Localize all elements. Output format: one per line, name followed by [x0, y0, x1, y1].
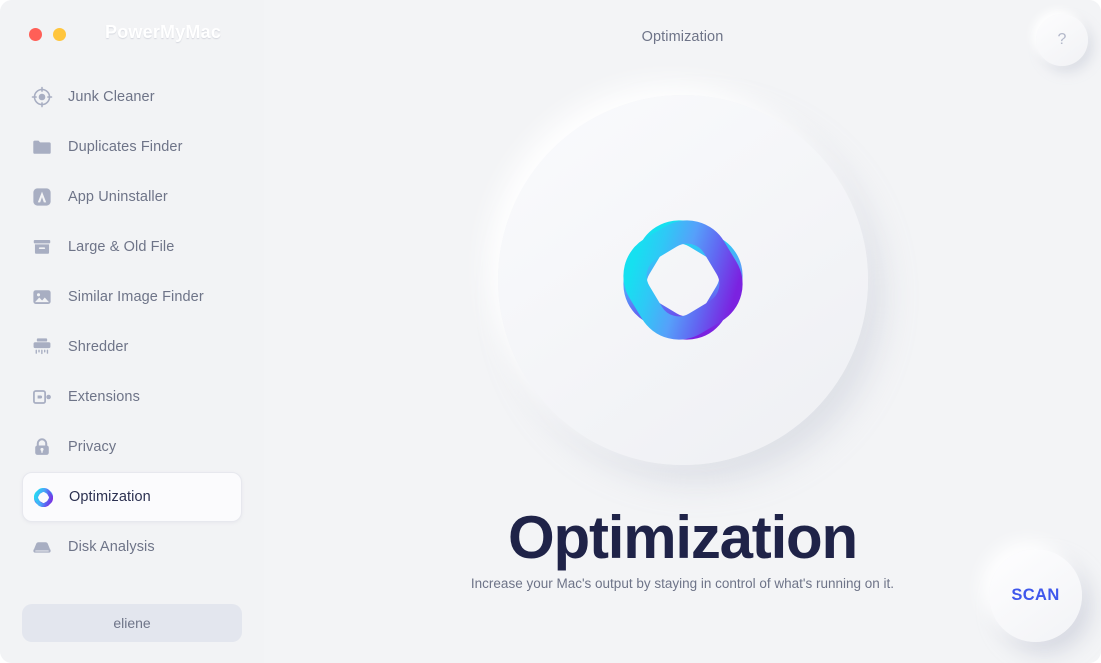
close-window-button[interactable] — [29, 28, 42, 41]
sidebar-item-duplicates-finder[interactable]: Duplicates Finder — [22, 122, 242, 172]
sidebar-item-label: Privacy — [68, 439, 117, 455]
sidebar-item-junk-cleaner[interactable]: Junk Cleaner — [22, 72, 242, 122]
folder-icon — [30, 135, 54, 159]
sidebar-item-label: Disk Analysis — [68, 539, 155, 555]
sidebar: PowerMyMac Junk Cleaner Duplicates Finde… — [0, 0, 264, 663]
sidebar-item-app-uninstaller[interactable]: App Uninstaller — [22, 172, 242, 222]
sidebar-nav: Junk Cleaner Duplicates Finder App Unins… — [0, 72, 264, 572]
sidebar-item-label: Extensions — [68, 389, 140, 405]
sidebar-item-label: App Uninstaller — [68, 189, 168, 205]
hard-drive-icon — [30, 535, 54, 559]
archive-box-icon — [30, 235, 54, 259]
question-mark-icon: ? — [1057, 31, 1067, 48]
main-content: Optimization ? Optimization Increase you… — [264, 0, 1101, 663]
extension-plug-icon — [30, 385, 54, 409]
sidebar-item-label: Junk Cleaner — [68, 89, 155, 105]
sidebar-item-privacy[interactable]: Privacy — [22, 422, 242, 472]
hero-circle — [497, 95, 868, 465]
user-account-button[interactable]: eliene — [22, 604, 242, 642]
lock-icon — [30, 435, 54, 459]
sidebar-item-large-and-old-file[interactable]: Large & Old File — [22, 222, 242, 272]
shredder-icon — [30, 335, 54, 359]
sidebar-item-label: Similar Image Finder — [68, 289, 204, 305]
image-icon — [30, 285, 54, 309]
traffic-light-controls — [29, 28, 66, 41]
scan-button[interactable]: SCAN — [989, 549, 1082, 642]
title-bar: PowerMyMac — [0, 0, 264, 70]
headline: Optimization — [508, 504, 858, 571]
target-icon — [30, 85, 54, 109]
sidebar-item-extensions[interactable]: Extensions — [22, 372, 242, 422]
sidebar-item-disk-analysis[interactable]: Disk Analysis — [22, 522, 242, 572]
power-my-mac-window: PowerMyMac Junk Cleaner Duplicates Finde… — [0, 0, 1101, 663]
optimization-knot-icon — [31, 485, 55, 509]
sidebar-item-label: Large & Old File — [68, 239, 175, 255]
help-button[interactable]: ? — [1036, 14, 1088, 66]
sidebar-item-similar-image-finder[interactable]: Similar Image Finder — [22, 272, 242, 322]
subheadline: Increase your Mac's output by staying in… — [470, 576, 895, 591]
minimize-window-button[interactable] — [53, 28, 66, 41]
sidebar-item-shredder[interactable]: Shredder — [22, 322, 242, 372]
app-store-icon — [30, 185, 54, 209]
sidebar-item-optimization[interactable]: Optimization — [22, 472, 242, 522]
brand-watermark: PowerMyMac — [105, 22, 222, 42]
sidebar-item-label: Duplicates Finder — [68, 139, 183, 155]
page-title: Optimization — [641, 29, 724, 45]
optimization-knot-icon — [608, 205, 758, 355]
sidebar-item-label: Optimization — [69, 489, 151, 505]
sidebar-item-label: Shredder — [68, 339, 129, 355]
